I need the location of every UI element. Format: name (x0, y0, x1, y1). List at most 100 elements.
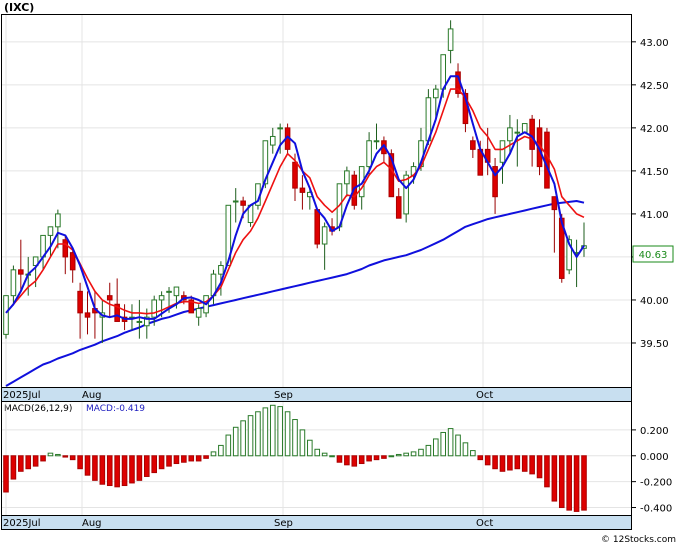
macd-bar (351, 455, 358, 467)
macd-bar (388, 455, 395, 458)
macd-bar (69, 455, 76, 461)
macd-bar (395, 453, 402, 457)
candle (314, 209, 321, 249)
macd-bar (92, 455, 98, 481)
macd-bar (344, 455, 350, 466)
macd-bar (106, 455, 113, 487)
macd-tick-label: 0.200 (640, 426, 669, 437)
macd-bar (321, 452, 328, 457)
macd-bar (447, 428, 454, 457)
last-price-label: 40.63 (639, 250, 668, 261)
time-label: Sep (274, 518, 293, 529)
macd-bar (329, 455, 335, 458)
symbol-title: (IXC) (4, 1, 34, 14)
macd-bar (551, 455, 558, 502)
macd-bar (47, 452, 54, 457)
macd-bar (181, 455, 187, 463)
macd-bar (581, 455, 587, 511)
macd-bar (77, 455, 83, 470)
macd-bar (432, 438, 439, 457)
macd-bar (455, 434, 461, 457)
time-label: 2025Jul (3, 390, 41, 401)
macd-bar (418, 448, 424, 457)
macd-bar (225, 434, 232, 457)
macd-bar (136, 455, 143, 481)
macd-bar (10, 455, 17, 480)
macd-label: MACD(26,12,9) (4, 404, 72, 414)
macd-bar (173, 455, 180, 465)
macd-bar (410, 451, 417, 457)
macd-bar (18, 455, 24, 472)
macd-bar (358, 455, 365, 465)
macd-bar (292, 419, 298, 457)
candle (3, 295, 9, 339)
macd-bar (151, 455, 158, 474)
time-label: 2025Jul (3, 518, 41, 529)
macd-bar (143, 455, 150, 477)
macd-bar (32, 455, 39, 467)
macd-bar (3, 455, 9, 493)
macd-value: MACD:-0.419 (86, 404, 145, 414)
price-tick-label: 41.50 (640, 167, 669, 178)
macd-tick-label: -0.200 (640, 478, 672, 489)
macd-bar (462, 442, 469, 457)
macd-bar (269, 404, 276, 457)
macd-bar (507, 455, 513, 471)
last-price-tag: 40.63 (632, 245, 674, 263)
macd-bar (573, 455, 580, 512)
watermark: © 12Stocks.com (601, 535, 676, 545)
macd-bar (544, 455, 550, 488)
time-label: Oct (476, 390, 493, 401)
macd-bar (99, 455, 106, 485)
macd-bar (514, 455, 521, 470)
macd-tick-label: 0.000 (640, 452, 669, 463)
macd-bar (440, 431, 447, 457)
macd-bar (536, 455, 543, 479)
macd-bar (566, 455, 572, 511)
macd-bar (129, 455, 135, 484)
macd-bar (40, 455, 46, 462)
macd-bar (307, 439, 313, 457)
price-axis: 43.0042.5042.0041.5041.0040.5040.0039.50 (631, 38, 669, 350)
macd-bar (284, 411, 291, 457)
candle (521, 123, 528, 133)
macd-bar (477, 455, 484, 461)
macd-bar (373, 455, 380, 461)
macd-bar (210, 451, 217, 457)
macd-bar (403, 452, 409, 457)
price-panel (1, 14, 632, 388)
macd-bar (240, 420, 246, 457)
macd-bar (336, 455, 343, 463)
time-label: Oct (476, 518, 493, 529)
macd-bar (262, 407, 269, 457)
macd-bar (232, 426, 239, 457)
macd-bar (529, 455, 535, 475)
macd-bar (158, 455, 165, 470)
macd-axis: 0.200 0.000 -0.200 -0.400 (631, 426, 672, 515)
macd-bar (188, 455, 195, 462)
macd-bar (247, 415, 254, 457)
macd-bar (218, 444, 224, 457)
time-label: Aug (82, 390, 102, 401)
price-tick-label: 39.50 (640, 339, 669, 350)
time-label: Aug (82, 518, 102, 529)
macd-bar (55, 453, 61, 457)
macd-bar (484, 455, 491, 466)
macd-bar (299, 429, 306, 457)
macd-bar (492, 455, 498, 470)
macd-tick-label: -0.400 (640, 504, 672, 515)
price-tick-label: 42.00 (640, 124, 669, 135)
macd-bar (84, 455, 91, 476)
macd-bar (499, 455, 506, 472)
macd-bar (425, 444, 432, 457)
macd-bar (121, 455, 128, 487)
macd-bar (25, 455, 32, 470)
macd-bar (558, 455, 565, 509)
macd-bar (203, 455, 209, 459)
price-tick-label: 43.00 (640, 38, 669, 49)
macd-bar (166, 455, 172, 467)
price-tick-label: 41.00 (640, 210, 669, 221)
macd-bar (314, 448, 321, 457)
price-tick-label: 42.50 (640, 81, 669, 92)
macd-bar (470, 450, 476, 457)
